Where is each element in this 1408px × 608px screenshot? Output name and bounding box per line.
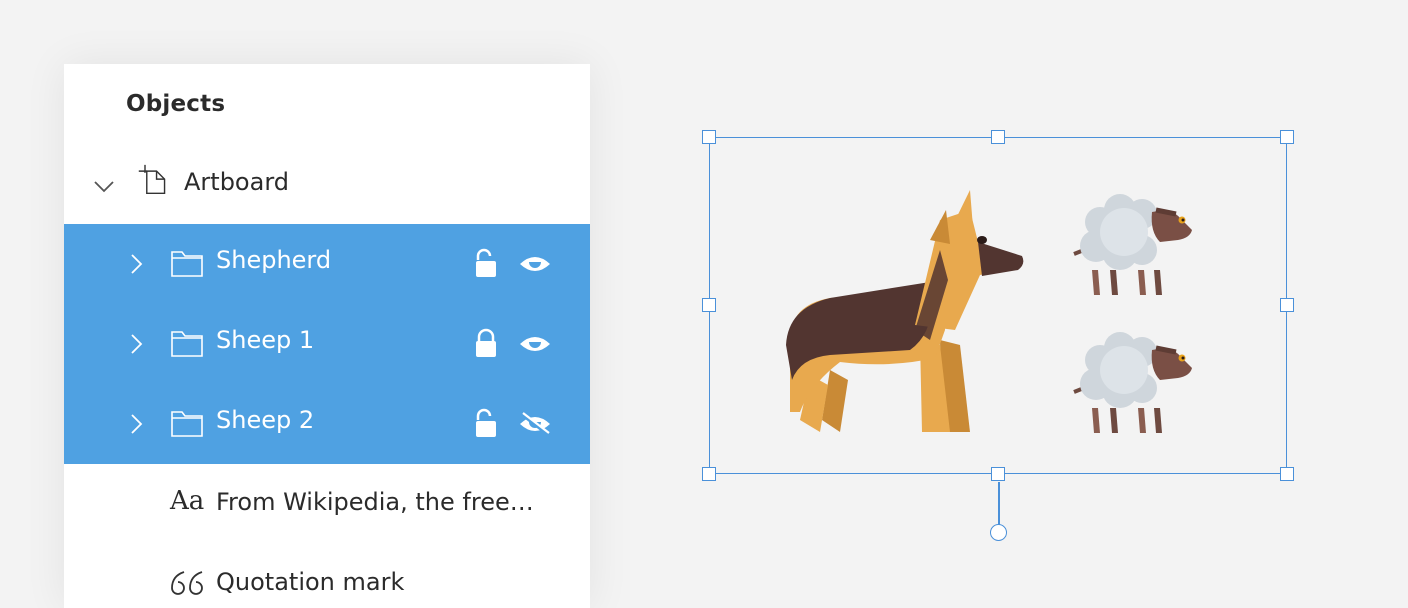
unlocked-icon[interactable] [474, 248, 498, 280]
layer-label: Sheep 2 [216, 406, 315, 434]
layer-row-sheep-2[interactable]: Sheep 2 [64, 384, 590, 464]
shepherd-dog[interactable] [786, 190, 1024, 432]
chevron-right-icon[interactable] [124, 252, 148, 276]
sheep-1[interactable] [1073, 194, 1192, 295]
layer-row-shepherd[interactable]: Shepherd [64, 224, 590, 304]
folder-icon [171, 251, 203, 277]
panel-title: Objects [126, 91, 226, 117]
sheep-2[interactable] [1073, 332, 1192, 433]
layer-row-text[interactable]: Aa From Wikipedia, the free… [64, 466, 590, 546]
quotation-mark-icon [171, 571, 203, 595]
rotation-handle[interactable] [990, 524, 1007, 541]
artboard-label: Artboard [184, 168, 289, 196]
resize-handle-top-left[interactable] [702, 130, 716, 144]
folder-icon [171, 411, 203, 437]
objects-panel: Objects Artboard Shepherd Sheep 1 Sheep … [64, 64, 590, 608]
layer-label: Quotation mark [216, 568, 405, 596]
layer-row-artboard[interactable]: Artboard [64, 146, 590, 226]
layer-row-sheep-1[interactable]: Sheep 1 [64, 304, 590, 384]
resize-handle-left[interactable] [702, 298, 716, 312]
layer-label: Shepherd [216, 246, 332, 274]
eye-hidden-icon[interactable] [518, 412, 552, 436]
text-icon: Aa [170, 486, 205, 516]
layer-row-quote[interactable]: Quotation mark [64, 546, 590, 608]
shepherd-and-sheep-illustration[interactable] [770, 180, 1220, 440]
unlocked-icon[interactable] [474, 408, 498, 440]
resize-handle-bottom-left[interactable] [702, 467, 716, 481]
chevron-down-icon[interactable] [92, 174, 116, 198]
layer-label: Sheep 1 [216, 326, 315, 354]
resize-handle-right[interactable] [1280, 298, 1294, 312]
chevron-right-icon[interactable] [124, 332, 148, 356]
eye-icon[interactable] [518, 252, 552, 276]
resize-handle-top[interactable] [991, 130, 1005, 144]
chevron-right-icon[interactable] [124, 412, 148, 436]
lock-icon[interactable] [474, 328, 498, 360]
folder-icon [171, 331, 203, 357]
resize-handle-bottom[interactable] [991, 467, 1005, 481]
artboard-icon [138, 164, 166, 195]
resize-handle-top-right[interactable] [1280, 130, 1294, 144]
layer-label: From Wikipedia, the free… [216, 488, 534, 516]
resize-handle-bottom-right[interactable] [1280, 467, 1294, 481]
eye-icon[interactable] [518, 332, 552, 356]
rotation-handle-stem [998, 482, 1000, 526]
